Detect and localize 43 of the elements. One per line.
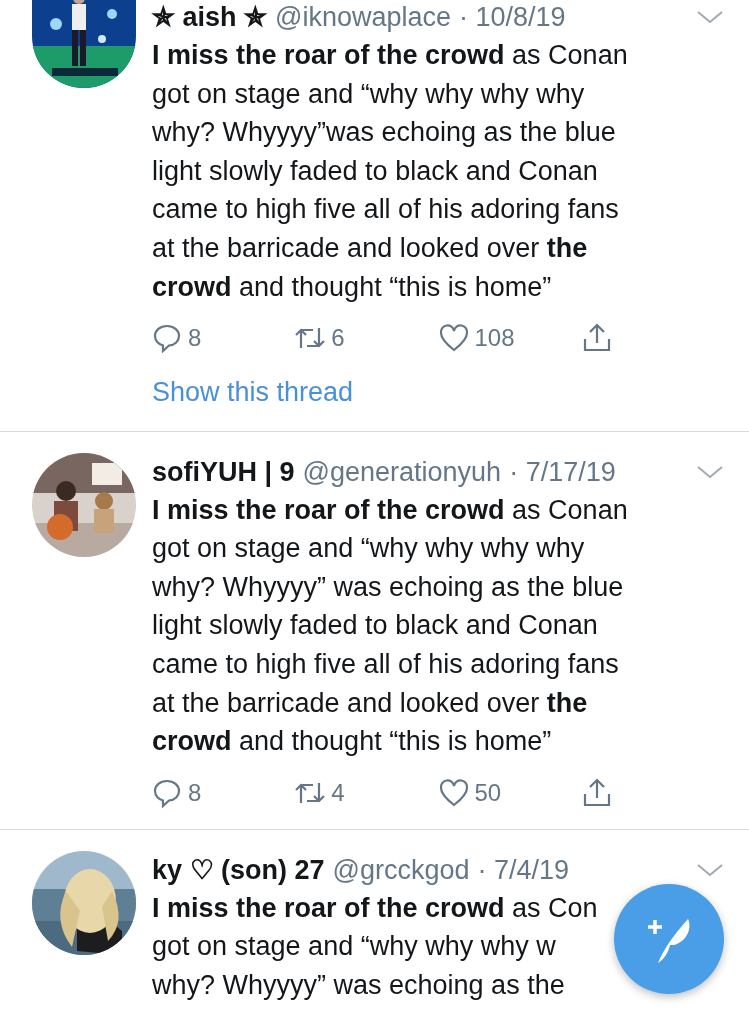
user-handle: @grcckgod: [332, 853, 470, 887]
tweet-text-line: got on stage and “why why why why: [152, 532, 585, 566]
tweet-text-line: why? Whyyyy” was echoing as the: [152, 969, 565, 1002]
tweet-date: · 7/17/19: [509, 455, 616, 489]
tweet-text-line: why? Whyyyy”was echoing as the blue: [152, 116, 616, 150]
like-count: 50: [474, 777, 502, 808]
retweet-count: 4: [331, 777, 345, 808]
tweet-text-line: crowd and thought “this is home”: [152, 725, 552, 759]
tweet-date: · 7/4/19: [477, 853, 570, 887]
share-icon[interactable]: [581, 777, 612, 808]
tweet-text-line: came to high five all of his adoring fans: [152, 193, 619, 227]
like-count: 108: [474, 323, 515, 354]
reply-count: 8: [188, 777, 202, 808]
tweet-text-line: I miss the roar of the crowd as Conan: [152, 39, 628, 72]
display-name: ✯ aish ✯: [152, 1, 268, 34]
retweet-count: 6: [331, 323, 345, 354]
tweet-text-line: at the barricade and looked over the: [152, 686, 588, 720]
display-name: sofiYUH | 9: [152, 455, 295, 489]
reply-count: 8: [188, 323, 202, 354]
tweet-text-line: light slowly faded to black and Conan: [152, 154, 598, 188]
chevron-down-icon[interactable]: [695, 862, 725, 877]
tweet-text-line: crowd and thought “this is home”: [152, 270, 552, 304]
speech-bubble-icon[interactable]: [152, 323, 182, 354]
user-handle: @generationyuh: [302, 455, 502, 489]
share-icon[interactable]: [581, 323, 612, 354]
chevron-down-icon[interactable]: [695, 464, 725, 479]
tweet-text-line: I miss the roar of the crowd as Con: [152, 891, 598, 925]
tweet-text-line: came to high five all of his adoring fans: [152, 648, 619, 682]
tweet-text-line: I miss the roar of the crowd as Conan: [152, 493, 628, 527]
tweet-text-line: got on stage and “why why why w: [152, 930, 556, 964]
chevron-down-icon[interactable]: [695, 10, 725, 24]
heart-icon[interactable]: [438, 323, 469, 354]
compose-tweet-button[interactable]: [614, 884, 724, 994]
display-name: ky ♡ (son) 27: [152, 853, 325, 887]
speech-bubble-icon[interactable]: [152, 777, 182, 808]
tweet-date: · 10/8/19: [459, 1, 566, 34]
tweet-text-line: light slowly faded to black and Conan: [152, 609, 598, 643]
tweet-text-line: at the barricade and looked over the: [152, 231, 588, 265]
tweet-text-line: got on stage and “why why why why: [152, 77, 585, 111]
tweet-text-line: why? Whyyyy” was echoing as the blue: [152, 570, 624, 604]
show-thread-link[interactable]: Show this thread: [152, 372, 354, 413]
heart-icon[interactable]: [438, 777, 469, 808]
user-handle: @iknowaplace: [275, 1, 452, 34]
